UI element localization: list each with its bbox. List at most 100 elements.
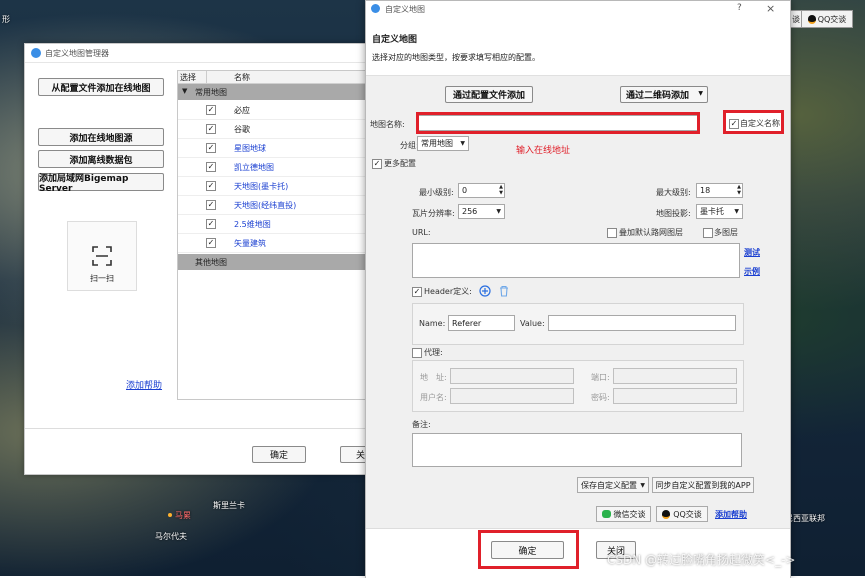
dialog-ok-button[interactable]: 确定	[491, 541, 564, 559]
table-row[interactable]: ✓ 矢量建筑	[178, 234, 372, 253]
max-level-spinbox[interactable]: 18 ▲ ▼	[696, 183, 743, 198]
save-config-button[interactable]: 保存自定义配置 ▼	[577, 477, 649, 493]
manager-ok-button[interactable]: 确定	[252, 446, 306, 463]
manager-help-link[interactable]: 添加帮助	[126, 378, 162, 391]
capital-marker-icon	[168, 513, 172, 517]
wechat-icon	[601, 510, 611, 518]
tile-res-label: 瓦片分辨率:	[412, 209, 455, 218]
add-online-source-button[interactable]: 添加在线地图源	[38, 128, 164, 146]
sync-config-button[interactable]: 同步自定义配置到我的APP	[652, 477, 754, 493]
projection-label: 地图投影:	[656, 209, 691, 218]
note-textarea[interactable]	[412, 433, 742, 467]
table-header: 选择 名称	[178, 71, 372, 84]
example-link[interactable]: 示例	[744, 266, 760, 277]
proxy-user-input	[450, 388, 574, 404]
collapse-triangle-icon[interactable]: ▼	[182, 87, 187, 95]
row-name: 必应	[234, 106, 250, 115]
note-label: 备注:	[412, 420, 431, 429]
multi-layer-checkbox[interactable]	[703, 228, 713, 238]
qq-chat-label: QQ交谈	[673, 509, 702, 519]
table-row[interactable]: ✓ 谷歌	[178, 120, 372, 139]
header-name-input[interactable]: Referer	[448, 315, 515, 331]
table-row[interactable]: ✓ 天地图(墨卡托)	[178, 177, 372, 196]
row-checkbox[interactable]: ✓	[206, 200, 216, 210]
dialog-title: 自定义地图	[385, 5, 425, 14]
row-checkbox[interactable]: ✓	[206, 124, 216, 134]
proxy-address-label: 地 址:	[420, 373, 447, 382]
add-from-config-button[interactable]: 从配置文件添加在线地图	[38, 78, 164, 96]
row-checkbox[interactable]: ✓	[206, 219, 216, 229]
map-manager-window: 自定义地图管理器 从配置文件添加在线地图 添加在线地图源 添加离线数据包 添加局…	[24, 43, 373, 475]
spin-arrows-icon[interactable]: ▲ ▼	[499, 184, 503, 196]
dialog-help-link[interactable]: 添加帮助	[715, 509, 747, 520]
row-name: 天地图(墨卡托)	[234, 182, 289, 191]
custom-map-dialog: 自定义地图 ? × 自定义地图 选择对应的地图类型，按要求填写相应的配置。 通过…	[365, 0, 791, 578]
test-link[interactable]: 测试	[744, 247, 760, 258]
wechat-chat-button[interactable]: 微信交谈	[596, 506, 651, 522]
proxy-label: 代理:	[424, 348, 443, 357]
manager-title: 自定义地图管理器	[45, 49, 109, 58]
dialog-description: 选择对应的地图类型，按要求填写相应的配置。	[372, 53, 540, 62]
add-by-config-button[interactable]: 通过配置文件添加	[445, 86, 533, 103]
min-level-label: 最小级别:	[419, 188, 454, 197]
chevron-down-icon: ▼	[698, 90, 703, 97]
row-checkbox[interactable]: ✓	[206, 238, 216, 248]
table-row[interactable]: ✓ 凯立德地图	[178, 158, 372, 177]
chevron-down-icon: ▼	[496, 208, 501, 215]
delete-header-icon[interactable]	[499, 285, 509, 297]
row-name: 2.5维地图	[234, 220, 271, 229]
proxy-port-label: 端口:	[591, 373, 610, 382]
tile-res-select[interactable]: 256 ▼	[458, 204, 505, 219]
help-icon[interactable]: ?	[737, 3, 742, 13]
save-config-label: 保存自定义配置	[581, 480, 637, 490]
table-row[interactable]: ✓ 天地图(经纬直投)	[178, 196, 372, 215]
manager-titlebar: 自定义地图管理器	[25, 44, 371, 63]
dialog-heading: 自定义地图	[372, 35, 418, 45]
group-row-common[interactable]: ▼ 常用地图	[178, 84, 372, 100]
row-checkbox[interactable]: ✓	[206, 105, 216, 115]
close-icon[interactable]: ×	[766, 2, 775, 15]
header-value-input[interactable]	[548, 315, 736, 331]
map-name-label: 地图名称:	[370, 120, 405, 129]
proxy-checkbox[interactable]	[412, 348, 422, 358]
add-by-qrcode-button[interactable]: 通过二维码添加 ▼	[620, 86, 708, 103]
table-row[interactable]: ✓ 2.5维地图	[178, 215, 372, 234]
hint-text: 输入在线地址	[516, 146, 571, 156]
scan-qrcode-button[interactable]: 扫一扫	[67, 221, 137, 291]
proxy-port-input	[613, 368, 737, 384]
watermark-text: CSDN @转过脸嘴角扬起微笑<_->	[607, 553, 796, 567]
max-level-label: 最大级别:	[656, 188, 691, 197]
chevron-down-icon: ▼	[460, 140, 465, 147]
row-checkbox[interactable]: ✓	[206, 181, 216, 191]
min-level-spinbox[interactable]: 0 ▲ ▼	[458, 183, 505, 198]
custom-name-option[interactable]: ✓ 自定义名称	[723, 110, 784, 134]
row-name: 谷歌	[234, 125, 250, 134]
projection-select[interactable]: 墨卡托 ▼	[696, 204, 743, 219]
qq-chat-button[interactable]: QQ交谈	[656, 506, 708, 522]
header-checkbox[interactable]: ✓	[412, 287, 422, 297]
custom-name-checkbox[interactable]: ✓	[729, 119, 739, 129]
custom-name-label: 自定义名称	[740, 119, 780, 128]
header-name-label: Name:	[419, 319, 446, 328]
qq-chat-button[interactable]: QQ交谈	[801, 10, 853, 28]
row-checkbox[interactable]: ✓	[206, 143, 216, 153]
url-textarea[interactable]	[412, 243, 740, 278]
qq-penguin-icon	[662, 509, 671, 519]
group-row-other[interactable]: 其他地图	[178, 254, 372, 270]
group-select[interactable]: 常用地图 ▼	[417, 136, 469, 151]
add-lan-server-button[interactable]: 添加局域网Bigemap Server	[38, 173, 164, 194]
dialog-titlebar: 自定义地图 ? ×	[366, 1, 790, 17]
table-row[interactable]: ✓ 星图地球	[178, 139, 372, 158]
add-offline-pack-button[interactable]: 添加离线数据包	[38, 150, 164, 168]
row-checkbox[interactable]: ✓	[206, 162, 216, 172]
add-header-icon[interactable]	[479, 285, 491, 297]
group-label: 常用地图	[195, 88, 227, 97]
proxy-user-label: 用户名:	[420, 393, 447, 402]
overlay-roadnet-checkbox[interactable]	[607, 228, 617, 238]
more-config-checkbox[interactable]: ✓	[372, 159, 382, 169]
table-row[interactable]: ✓ 必应	[178, 101, 372, 120]
map-label: 形	[2, 15, 10, 24]
chevron-down-icon: ▼	[640, 482, 645, 489]
map-label: 马尔代夫	[155, 532, 187, 541]
spin-arrows-icon[interactable]: ▲ ▼	[737, 184, 741, 196]
